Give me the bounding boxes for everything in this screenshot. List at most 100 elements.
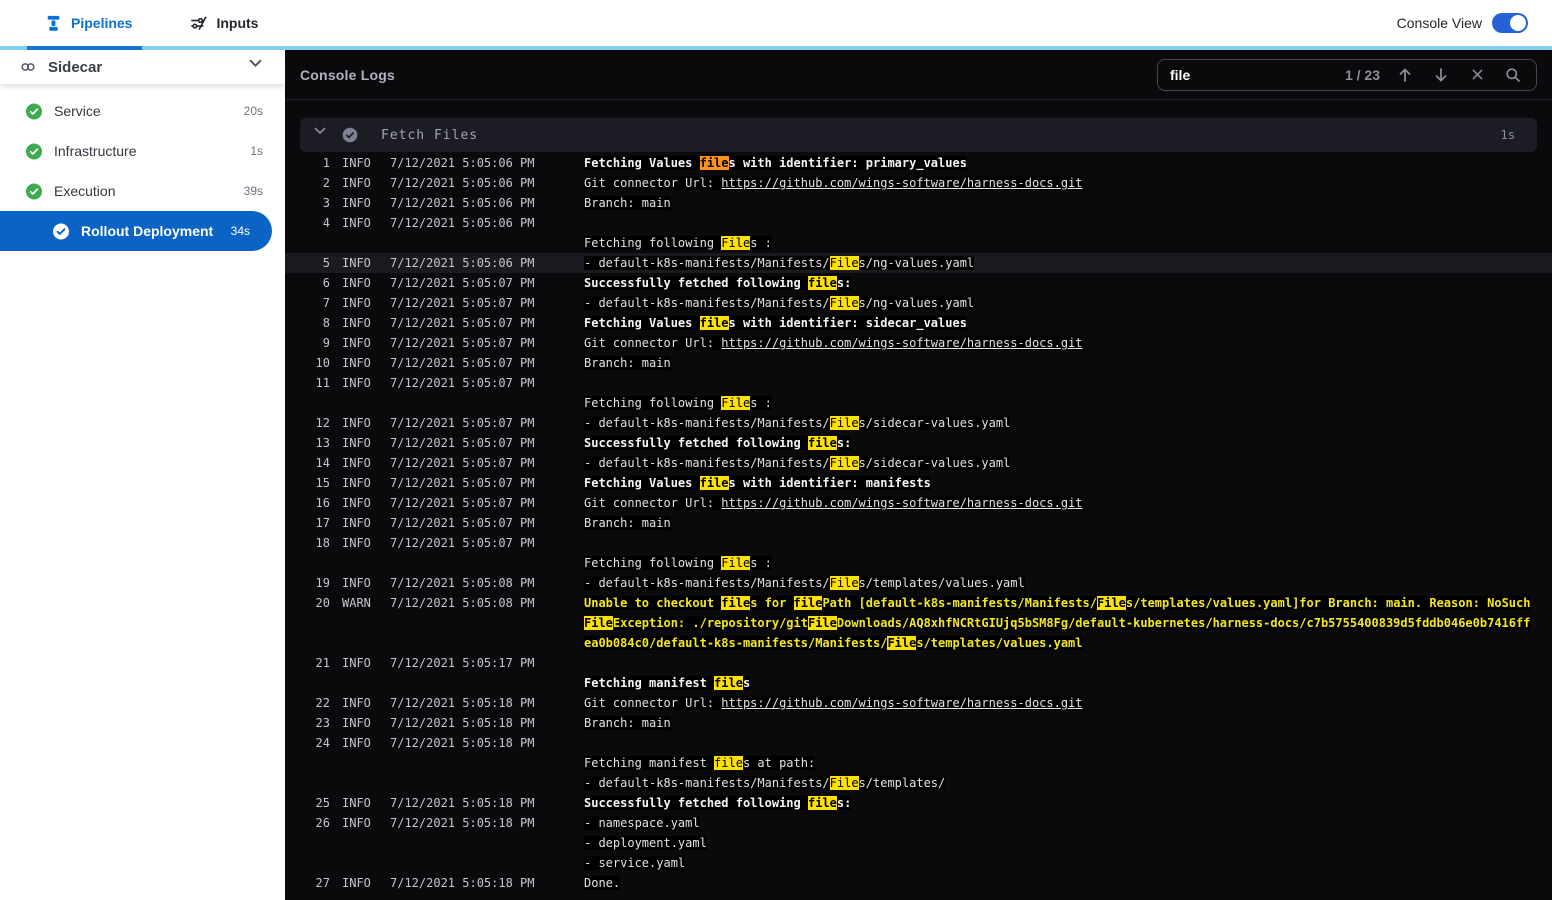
log-link[interactable]: https://github.com/wings-software/harnes…: [721, 696, 1082, 710]
log-line: 11 INFO 7/12/2021 5:05:07 PM: [285, 373, 1552, 393]
search-icon[interactable]: [1502, 64, 1524, 86]
log-timestamp: [390, 233, 536, 253]
log-message-text: Successfully fetched following files:: [584, 276, 852, 290]
next-match-button[interactable]: [1430, 64, 1452, 86]
clear-search-button[interactable]: [1466, 64, 1488, 86]
log-line-number: 14: [315, 456, 330, 470]
step-item-service[interactable]: Service 20s: [0, 91, 285, 131]
log-timestamp: 7/12/2021 5:05:18 PM: [390, 816, 535, 830]
log-message-text: Unable to checkout files for filePath [d…: [584, 596, 1531, 650]
log-section-duration: 1s: [1500, 128, 1515, 142]
log-line: 27 INFO 7/12/2021 5:05:18 PM Done.: [285, 873, 1552, 893]
log-level: INFO: [342, 876, 371, 890]
log-timestamp: 7/12/2021 5:05:07 PM: [390, 436, 535, 450]
log-level: [342, 393, 378, 413]
step-label: Execution: [54, 183, 116, 199]
log-timestamp: 7/12/2021 5:05:18 PM: [390, 716, 535, 730]
log-line: 23 INFO 7/12/2021 5:05:18 PM Branch: main: [285, 713, 1552, 733]
log-level: [342, 553, 378, 573]
log-line: 7 INFO 7/12/2021 5:05:07 PM - default-k8s-m…: [285, 293, 1552, 313]
log-timestamp: 7/12/2021 5:05:06 PM: [390, 196, 535, 210]
log-level: INFO: [342, 156, 371, 170]
log-line: 17 INFO 7/12/2021 5:05:07 PM Branch: main: [285, 513, 1552, 533]
search-match: File: [807, 616, 837, 630]
log-link[interactable]: https://github.com/wings-software/harnes…: [721, 336, 1082, 350]
log-message: Fetching Values files with identifier: s…: [584, 313, 1537, 333]
log-timestamp: 7/12/2021 5:05:07 PM: [390, 416, 535, 430]
stage-link-icon: [20, 59, 36, 75]
log-line: 5 INFO 7/12/2021 5:05:06 PM - default-k8s-m…: [285, 253, 1552, 273]
log-message: - default-k8s-manifests/Manifests/Files/…: [584, 773, 1537, 793]
log-message: Git connector Url: https://github.com/wi…: [584, 693, 1537, 713]
log-level: INFO: [342, 196, 371, 210]
log-message: Branch: main: [584, 713, 1537, 733]
stage-selector[interactable]: Sidecar: [0, 50, 285, 84]
log-section-title: Fetch Files: [381, 127, 479, 143]
log-line: 18 INFO 7/12/2021 5:05:07 PM: [285, 533, 1552, 553]
log-message: Successfully fetched following files:: [584, 273, 1537, 293]
log-timestamp: 7/12/2021 5:05:07 PM: [390, 536, 535, 550]
log-message-text: Branch: main: [584, 516, 671, 530]
step-item-execution[interactable]: Execution 39s: [0, 171, 285, 211]
search-match: file: [699, 316, 729, 330]
log-line-number: 5: [322, 256, 330, 270]
log-level: INFO: [342, 376, 371, 390]
log-timestamp: 7/12/2021 5:05:07 PM: [390, 516, 535, 530]
log-message: Fetching Values files with identifier: m…: [584, 473, 1537, 493]
log-level: INFO: [342, 516, 371, 530]
log-message: Successfully fetched following files:: [584, 433, 1537, 453]
search-match: File: [1097, 596, 1126, 610]
log-timestamp: 7/12/2021 5:05:06 PM: [390, 216, 535, 230]
search-match-current: file: [699, 156, 729, 170]
step-item-rollout-deployment[interactable]: Rollout Deployment 34s: [0, 211, 272, 251]
console-view-toggle[interactable]: [1492, 13, 1528, 33]
log-level: INFO: [342, 536, 371, 550]
log-timestamp: 7/12/2021 5:05:07 PM: [390, 376, 535, 390]
tab-inputs[interactable]: Inputs: [190, 15, 258, 32]
search-match: file: [807, 436, 837, 450]
log-line-number: 25: [315, 796, 330, 810]
log-level: [342, 673, 378, 693]
log-link[interactable]: https://github.com/wings-software/harnes…: [721, 176, 1082, 190]
log-message: - default-k8s-manifests/Manifests/Files/…: [584, 453, 1537, 473]
log-line: - default-k8s-manifests/Manifests/Files/…: [285, 773, 1552, 793]
log-message-text: Fetching following Files :: [584, 236, 772, 250]
log-level: INFO: [342, 816, 371, 830]
log-message-text: Branch: main: [584, 716, 671, 730]
log-message: Git connector Url: https://github.com/wi…: [584, 493, 1537, 513]
log-line: Fetching following Files :: [285, 393, 1552, 413]
previous-match-button[interactable]: [1394, 64, 1416, 86]
step-label: Rollout Deployment: [81, 223, 214, 239]
log-line-number: 6: [322, 276, 330, 290]
log-message: - default-k8s-manifests/Manifests/Files/…: [584, 253, 1537, 273]
log-link[interactable]: https://github.com/wings-software/harnes…: [721, 496, 1082, 510]
log-section-fetch-files[interactable]: Fetch Files 1s: [300, 118, 1537, 152]
log-level: INFO: [342, 436, 371, 450]
log-level: [342, 773, 378, 793]
search-match: file: [714, 756, 743, 770]
tab-pipelines[interactable]: Pipelines: [45, 15, 132, 32]
log-line-number: 18: [315, 536, 330, 550]
log-line: 25 INFO 7/12/2021 5:05:18 PM Successfully f…: [285, 793, 1552, 813]
log-message-text: - default-k8s-manifests/Manifests/Files/…: [584, 576, 1025, 590]
log-message-text: - namespace.yaml: [584, 816, 700, 830]
log-level: WARN: [342, 596, 371, 610]
log-level: INFO: [342, 416, 371, 430]
log-level: INFO: [342, 216, 371, 230]
log-message-text: - default-k8s-manifests/Manifests/Files/…: [584, 416, 1011, 430]
log-message-text: Fetching following Files :: [584, 396, 772, 410]
log-message-text: - default-k8s-manifests/Manifests/Files/…: [584, 296, 975, 310]
log-message: Git connector Url: https://github.com/wi…: [584, 173, 1537, 193]
log-line-number: 27: [315, 876, 330, 890]
search-match: file: [807, 276, 837, 290]
log-message: - default-k8s-manifests/Manifests/Files/…: [584, 573, 1537, 593]
log-message-text: - default-k8s-manifests/Manifests/Files/…: [584, 776, 946, 790]
log-message: [584, 373, 1537, 393]
log-timestamp: [390, 393, 536, 413]
log-timestamp: [390, 833, 536, 853]
log-search-input[interactable]: [1170, 66, 1331, 83]
log-message-text: Git connector Url: https://github.com/wi…: [584, 176, 1083, 190]
step-item-infrastructure[interactable]: Infrastructure 1s: [0, 131, 285, 171]
console-view-control: Console View: [1397, 13, 1528, 33]
log-message: - deployment.yaml: [584, 833, 1537, 853]
